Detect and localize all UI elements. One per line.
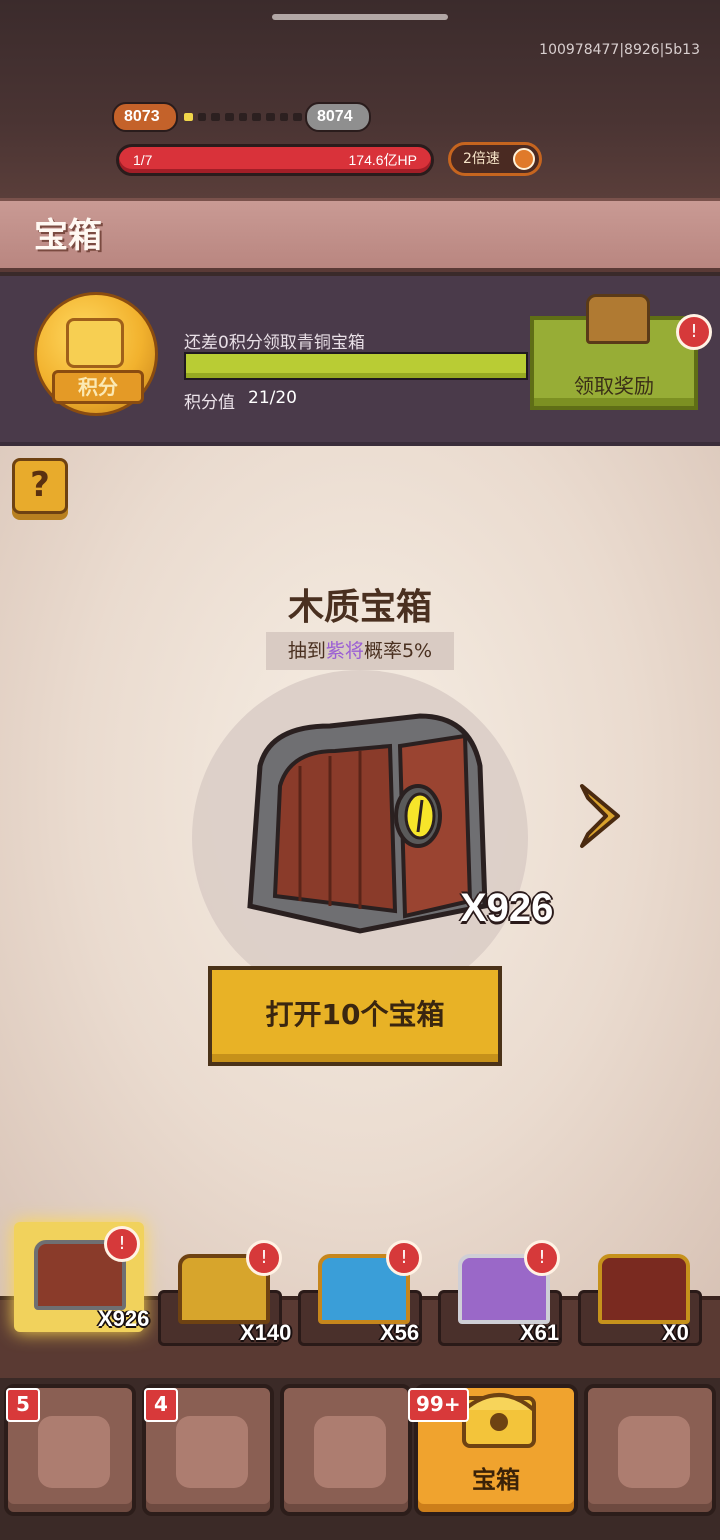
hero-icon	[38, 1416, 110, 1488]
claim-alert-badge: !	[676, 314, 712, 350]
speed-label: 2倍速	[463, 151, 500, 167]
battle-icon	[314, 1416, 386, 1488]
next-level-badge: 8074	[305, 102, 371, 132]
armor-icon	[176, 1416, 248, 1488]
chest-slot-count: X140	[240, 1320, 292, 1345]
speed-toggle-button[interactable]: 2倍速	[448, 142, 542, 176]
rate-highlight: 紫将	[325, 640, 364, 662]
current-level-badge: 8073	[112, 102, 178, 132]
red-chest-thumb-icon	[598, 1254, 690, 1324]
points-value-label: 积分值	[184, 393, 235, 413]
nav-tab-chest-label: 宝箱	[472, 1466, 520, 1494]
next-chest-arrow-icon[interactable]	[574, 780, 626, 852]
help-button[interactable]: ?	[12, 458, 68, 514]
points-value: 21/20	[248, 388, 297, 408]
chest-slot-alert-badge: !	[386, 1240, 422, 1276]
points-progress-bar	[184, 352, 528, 380]
chest-slot-count: X61	[520, 1320, 560, 1345]
server-id: 100978477|8926|5b13	[539, 42, 700, 58]
chest-nav-icon	[462, 1393, 536, 1448]
rate-suffix: 概率5%	[363, 640, 433, 662]
nav-tab-map[interactable]	[584, 1384, 716, 1516]
points-progress-fill	[186, 354, 526, 378]
chest-slot-alert-badge: !	[246, 1240, 282, 1276]
chest-slot-count: X56	[380, 1320, 420, 1345]
open-chests-button[interactable]: 打开10个宝箱	[208, 966, 502, 1066]
chest-slot-count: X926	[98, 1306, 150, 1331]
scroll-map-icon	[618, 1416, 690, 1488]
points-chest-icon	[66, 318, 124, 368]
rate-prefix: 抽到	[287, 640, 326, 662]
nav-badge-equipment: 4	[144, 1388, 178, 1422]
nav-tab-battle[interactable]	[280, 1384, 412, 1516]
speedometer-icon	[513, 148, 535, 170]
hp-value: 174.6亿HP	[348, 152, 417, 168]
boss-hp-bar: 1/7 174.6亿HP	[116, 144, 434, 176]
hp-stage: 1/7	[133, 152, 153, 168]
wooden-chest-icon[interactable]	[240, 706, 492, 936]
nav-badge-heroes: 5	[6, 1388, 40, 1422]
level-progress-dots	[184, 113, 303, 121]
page-title: 宝箱	[34, 216, 102, 256]
points-medal-label: 积分	[52, 370, 144, 404]
points-hint: 还差0积分领取青铜宝箱	[184, 333, 365, 353]
home-indicator	[272, 14, 448, 20]
chest-rate-banner: 抽到紫将概率5%	[266, 632, 454, 670]
title-plank	[0, 198, 720, 272]
chest-name: 木质宝箱	[287, 587, 432, 628]
claim-reward-label: 领取奖励	[574, 374, 654, 398]
chest-slot-alert-badge: !	[104, 1226, 140, 1262]
nav-badge-chest: 99+	[408, 1388, 469, 1422]
chest-slot-alert-badge: !	[524, 1240, 560, 1276]
chest-count: X926	[460, 886, 554, 930]
claim-chest-icon	[586, 294, 650, 344]
chest-slot-count: X0	[662, 1320, 689, 1345]
